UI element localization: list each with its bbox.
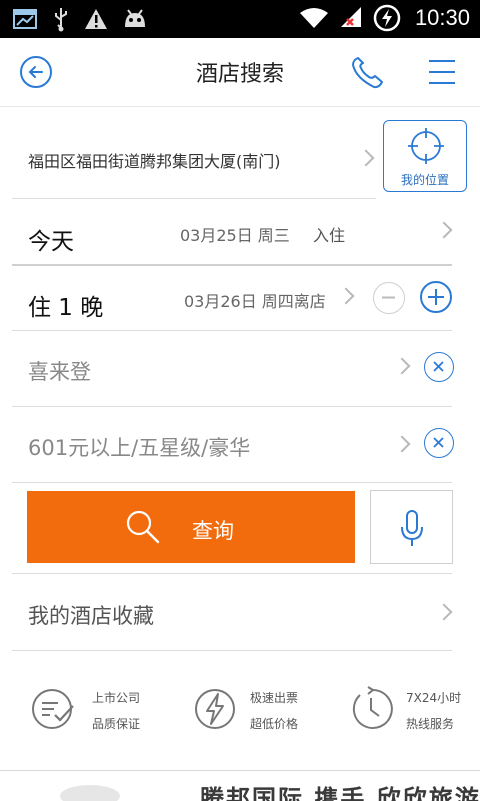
location-row[interactable]: 福田区福田街道腾邦集团大厦(南门) (12, 118, 376, 199)
feature-line2: 热线服务 (406, 717, 455, 731)
clock-time: 10:30 (414, 5, 470, 30)
feature-item: 极速出票 超低价格 (192, 672, 342, 762)
phone-icon[interactable] (348, 54, 386, 92)
location-address: 福田区福田街道腾邦集团大厦(南门) (28, 152, 281, 171)
price-star-row[interactable]: 601元以上/五星级/豪华 (12, 406, 454, 483)
feature-item: 7X24小时 热线服务 (348, 672, 480, 762)
menu-icon[interactable] (428, 58, 456, 86)
chevron-right-icon (393, 357, 411, 375)
lightning-icon (195, 689, 235, 729)
android-debug-icon (125, 9, 145, 27)
checkin-date: 03月25日 周三 (180, 226, 290, 245)
crosshair-icon (408, 128, 444, 164)
checklist-icon (32, 689, 74, 729)
wifi-icon (299, 8, 328, 28)
chevron-right-icon (337, 287, 355, 305)
banner-text: 腾邦国际 携手 欣欣旅游 (200, 785, 480, 801)
clock-icon (352, 686, 393, 729)
warning-icon (85, 9, 107, 29)
search-icon (126, 510, 160, 544)
favorites-label: 我的酒店收藏 (28, 604, 154, 628)
feature-line1: 7X24小时 (406, 691, 462, 705)
price-star-field[interactable]: 601元以上/五星级/豪华 (28, 432, 250, 462)
screenshot-icon (13, 9, 37, 29)
my-location-label: 我的位置 (400, 173, 449, 187)
feature-line1: 上市公司 (92, 691, 141, 705)
chevron-right-icon (435, 603, 453, 621)
brand-keyword-field[interactable]: 喜来登 (28, 356, 91, 386)
my-location-button[interactable]: 我的位置 (383, 120, 467, 192)
plus-icon (428, 289, 444, 305)
stay-nights-row: 住 1 晚 03月26日 周四离店 (12, 264, 452, 331)
increase-nights-button[interactable] (420, 281, 452, 313)
usb-icon (55, 8, 67, 32)
chevron-right-icon (357, 149, 375, 167)
checkout-date: 03月26日 周四离店 (184, 292, 326, 311)
clear-brand-button[interactable] (424, 352, 454, 382)
microphone-icon (401, 510, 423, 546)
checkin-action: 入住 (313, 226, 346, 245)
signal-icon (340, 7, 361, 27)
feature-line2: 品质保证 (92, 717, 141, 731)
minus-icon (382, 296, 395, 299)
search-button[interactable]: 查询 (27, 491, 355, 563)
app-header: 酒店搜索 (0, 38, 480, 107)
chevron-right-icon (435, 221, 453, 239)
close-icon (433, 361, 444, 372)
clear-price-button[interactable] (424, 428, 454, 458)
banner-cloud-graphic (60, 785, 120, 801)
decrease-nights-button[interactable] (373, 282, 405, 314)
search-button-label: 查询 (192, 519, 234, 543)
feature-line1: 极速出票 (250, 691, 299, 705)
brand-keyword-row[interactable]: 喜来登 (12, 330, 454, 407)
promo-banner[interactable]: 腾邦国际 携手 欣欣旅游 (0, 770, 480, 801)
favorites-row[interactable]: 我的酒店收藏 (12, 573, 453, 651)
features-strip: 上市公司 品质保证 极速出票 超低价格 7X24小时 热线服务 (0, 672, 480, 762)
nights-label: 住 1 晚 (28, 295, 104, 321)
battery-charging-icon (373, 4, 401, 32)
chevron-right-icon (393, 435, 411, 453)
checkin-day-label: 今天 (28, 229, 74, 255)
voice-search-button[interactable] (370, 490, 453, 564)
close-icon (433, 437, 444, 448)
feature-line2: 超低价格 (250, 717, 299, 731)
status-bar: 10:30 (0, 0, 480, 38)
page-title: 酒店搜索 (195, 62, 284, 87)
checkin-row[interactable]: 今天 03月25日 周三 入住 (12, 198, 453, 266)
feature-item: 上市公司 品质保证 (30, 672, 180, 762)
